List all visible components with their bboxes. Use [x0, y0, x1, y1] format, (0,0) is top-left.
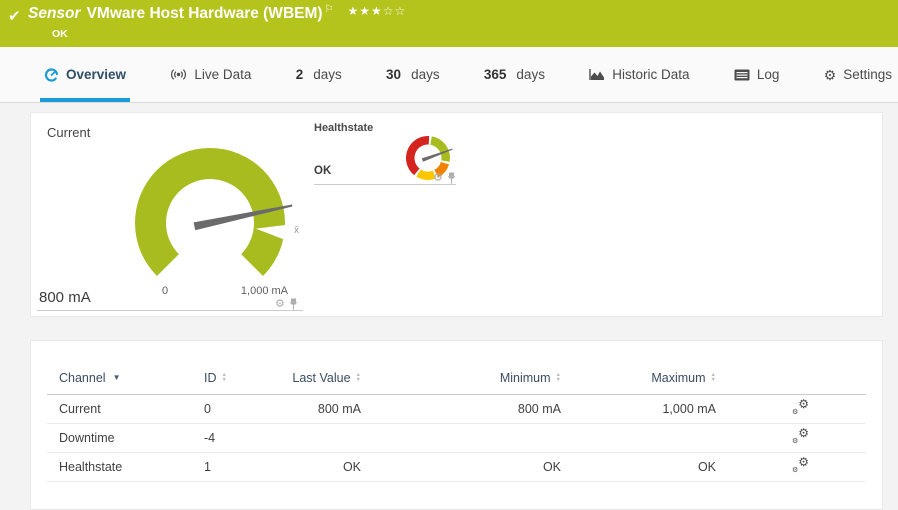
- sensor-status-header: ✔ Sensor VMware Host Hardware (WBEM) ⚐ ★★★☆…: [0, 0, 898, 47]
- stars-filled: ★★★: [347, 4, 383, 18]
- channel-id: 0: [204, 402, 211, 416]
- channel-id: 1: [204, 460, 211, 474]
- tab-days-count: 365: [483, 67, 507, 82]
- priority-stars[interactable]: ★★★☆☆: [348, 4, 407, 18]
- tab-label: Log: [756, 67, 780, 82]
- tab-label: Live Data: [194, 67, 252, 82]
- channel-minimum: OK: [542, 460, 561, 474]
- column-label: Channel: [59, 370, 106, 385]
- divider: [37, 310, 303, 311]
- channel-settings-icon[interactable]: ⚙ ⚙: [791, 456, 809, 474]
- gauge-icon: [44, 67, 59, 82]
- channels-table: Channel ▼ ID ▲ ▼ Last Value ▲ ▼ Minimum ▲ ▼…: [47, 361, 866, 482]
- table-row-downtime[interactable]: Downtime -4 ⚙ ⚙: [47, 424, 866, 453]
- flag-icon[interactable]: ⚐: [325, 4, 334, 15]
- pin-icon[interactable]: [289, 298, 298, 310]
- tab-30-days[interactable]: 30 days: [382, 47, 444, 102]
- sort-icon: ▲ ▼: [710, 372, 716, 383]
- tab-label: Overview: [66, 67, 127, 82]
- channel-maximum: OK: [697, 460, 716, 474]
- gear-icon[interactable]: ⚙: [433, 172, 443, 184]
- column-header-last-value[interactable]: Last Value ▲ ▼: [264, 371, 361, 385]
- tab-historic-data[interactable]: Historic Data: [585, 47, 693, 102]
- gear-icon[interactable]: ⚙: [275, 298, 285, 310]
- tab-label: days: [411, 67, 440, 82]
- sensor-type-label: Sensor: [28, 5, 81, 22]
- area-chart-icon: [589, 68, 605, 81]
- tab-days-count: 2: [295, 67, 304, 82]
- tab-2-days[interactable]: 2 days: [292, 47, 346, 102]
- channel-name[interactable]: Healthstate: [47, 460, 204, 474]
- healthstate-value-label: OK: [314, 165, 332, 177]
- column-label: Last Value: [292, 370, 351, 385]
- column-label: ID: [204, 370, 217, 385]
- ok-check-icon: ✔: [8, 8, 21, 25]
- tab-label: days: [516, 67, 545, 82]
- current-value-label: 800 mA: [39, 289, 91, 306]
- column-header-maximum[interactable]: Maximum ▲ ▼: [561, 371, 716, 385]
- channels-table-panel: Channel ▼ ID ▲ ▼ Last Value ▲ ▼ Minimum ▲ ▼…: [30, 340, 883, 510]
- divider: [314, 184, 456, 185]
- tab-label: days: [313, 67, 342, 82]
- column-header-id[interactable]: ID ▲ ▼: [204, 371, 264, 385]
- tab-label: Historic Data: [612, 67, 690, 82]
- table-row-current[interactable]: Current 0 800 mA 800 mA 1,000 mA ⚙ ⚙: [47, 395, 866, 424]
- tab-bar: Overview Live Data 2 days 30 days 365 da…: [0, 47, 898, 103]
- stars-empty: ☆☆: [382, 4, 407, 18]
- channel-maximum: 1,000 mA: [662, 402, 716, 416]
- channel-minimum: 800 mA: [517, 402, 561, 416]
- pin-icon[interactable]: [447, 172, 456, 184]
- current-gauge: [135, 147, 293, 277]
- channel-name[interactable]: Current: [47, 402, 204, 416]
- tab-log[interactable]: Log: [730, 47, 784, 102]
- table-row-healthstate[interactable]: Healthstate 1 OK OK OK ⚙ ⚙: [47, 453, 866, 482]
- column-label: Maximum: [651, 370, 706, 385]
- channel-name[interactable]: Downtime: [47, 431, 204, 445]
- sensor-title-line: Sensor VMware Host Hardware (WBEM) ⚐ ★★★☆☆: [28, 4, 407, 23]
- column-header-channel[interactable]: Channel ▼: [47, 371, 204, 385]
- gauge-scale-max: 1,000 mA: [240, 285, 288, 297]
- healthstate-gauge-title: Healthstate: [314, 122, 374, 134]
- tab-overview[interactable]: Overview: [40, 47, 131, 102]
- tab-live-data[interactable]: Live Data: [166, 47, 255, 102]
- tab-days-count: 30: [386, 67, 402, 82]
- prtg-sensor-page: { "header": { "type_label": "Sensor", "t…: [0, 0, 898, 510]
- channel-settings-icon[interactable]: ⚙ ⚙: [791, 398, 809, 416]
- table-header-row: Channel ▼ ID ▲ ▼ Last Value ▲ ▼ Minimum ▲ ▼…: [47, 361, 866, 395]
- channel-last-value: 800 mA: [317, 402, 361, 416]
- average-marker-label: x̄: [294, 225, 299, 236]
- gear-icon: ⚙: [823, 66, 837, 83]
- tab-label: Settings: [843, 67, 892, 82]
- broadcast-icon: [170, 68, 187, 81]
- sort-icon: ▲ ▼: [221, 372, 227, 383]
- page-title: VMware Host Hardware (WBEM): [86, 5, 323, 22]
- column-header-minimum[interactable]: Minimum ▲ ▼: [361, 371, 561, 385]
- log-icon: [734, 69, 750, 81]
- tab-365-days[interactable]: 365 days: [480, 47, 549, 102]
- current-gauge-actions: ⚙: [275, 298, 298, 310]
- healthstate-gauge-actions: ⚙: [433, 172, 456, 184]
- status-badge: OK: [52, 28, 68, 40]
- tab-settings[interactable]: ⚙ Settings: [820, 47, 896, 102]
- channel-last-value: OK: [342, 460, 361, 474]
- channel-settings-icon[interactable]: ⚙ ⚙: [791, 427, 809, 445]
- overview-gauges-panel: Current x̄ 0 1,000 mA 800 mA ⚙ Healthsta…: [30, 112, 883, 317]
- column-label: Minimum: [499, 370, 551, 385]
- channel-id: -4: [204, 431, 216, 445]
- gauge-scale-min: 0: [162, 285, 169, 297]
- sort-desc-icon: ▼: [112, 373, 121, 382]
